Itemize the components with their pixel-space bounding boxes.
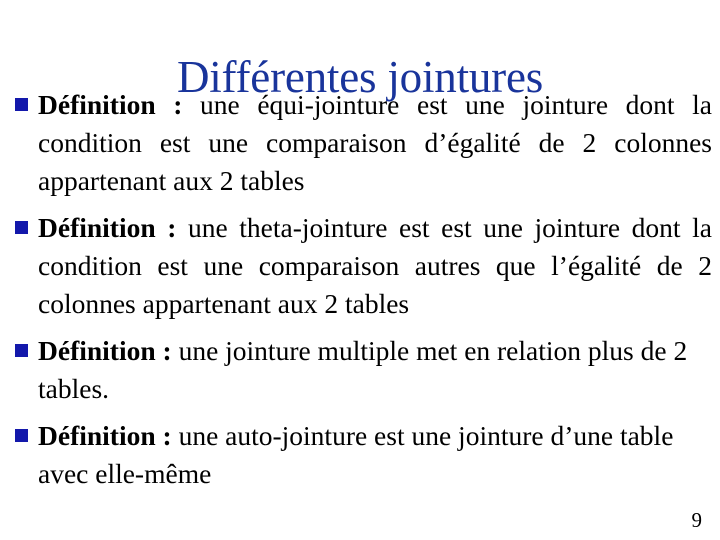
blue-square-bullet-icon [15,429,28,442]
page-number: 9 [691,508,703,532]
list-item: Définition : une theta-jointure est est … [12,209,712,323]
slide: Différentes jointures Définition : une é… [0,0,720,540]
list-item: Définition : une équi-jointure est une j… [12,86,712,200]
list-item-lead: Définition : [38,420,172,451]
list-item-text: Définition : une jointure multiple met e… [38,332,712,408]
blue-square-bullet-icon [15,221,28,234]
list-item: Définition : une auto-jointure est une j… [12,417,712,493]
list-item-lead: Définition : [38,89,183,120]
list-item-lead: Définition : [38,335,172,366]
bullet-list: Définition : une équi-jointure est une j… [12,86,712,493]
list-item-text: Définition : une auto-jointure est une j… [38,417,712,493]
list-item-text: Définition : une theta-jointure est est … [38,209,712,323]
list-item-text: Définition : une équi-jointure est une j… [38,86,712,200]
list-item-lead: Définition : [38,212,177,243]
blue-square-bullet-icon [15,344,28,357]
list-item: Définition : une jointure multiple met e… [12,332,712,408]
blue-square-bullet-icon [15,98,28,111]
